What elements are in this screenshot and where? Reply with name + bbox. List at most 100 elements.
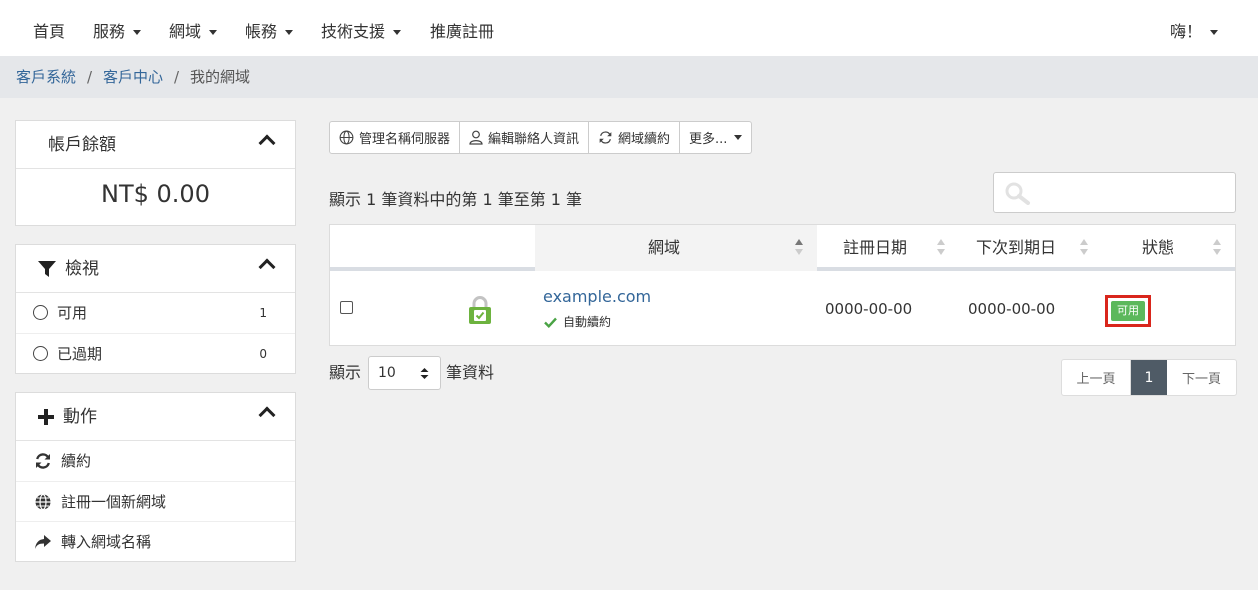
- balance-panel-header[interactable]: 帳戶餘額: [16, 121, 295, 169]
- action-label: 註冊一個新網域: [61, 493, 167, 511]
- breadcrumb-client-center[interactable]: 客戶中心: [103, 66, 163, 88]
- status-badge: 可用: [1111, 301, 1145, 321]
- caret-down-icon: [133, 30, 142, 35]
- plus-icon: [38, 409, 54, 425]
- length-suffix: 筆資料: [446, 363, 495, 382]
- filter-item-active[interactable]: 可用 1: [16, 293, 295, 333]
- globe-icon: [339, 130, 354, 145]
- table-info: 顯示 1 筆資料中的第 1 筆至第 1 筆: [329, 190, 583, 209]
- select-arrows-icon: [420, 368, 429, 379]
- sort-icon[interactable]: [937, 239, 945, 257]
- status-highlight-box: 可用: [1105, 295, 1151, 327]
- table-search-input[interactable]: [993, 172, 1236, 213]
- breadcrumb-client-area[interactable]: 客戶系統: [16, 66, 76, 88]
- manage-nameservers-label: 管理名稱伺服器: [359, 132, 451, 147]
- length-prefix: 顯示: [329, 363, 362, 382]
- balance-panel-title: 帳戶餘額: [48, 135, 116, 155]
- user-menu[interactable]: 嗨！: [1170, 20, 1219, 44]
- user-icon: [469, 130, 483, 145]
- domain-toolbar: 管理名稱伺服器 編輯聯絡人資訊 網域續約 更多...: [329, 121, 753, 154]
- actions-panel-header[interactable]: 動作: [16, 393, 295, 441]
- filter-item-label: 已過期: [57, 345, 103, 363]
- column-header-domain[interactable]: 網域: [648, 237, 680, 259]
- domain-link[interactable]: example.com: [543, 287, 651, 307]
- column-header-next-due[interactable]: 下次到期日: [976, 237, 1056, 259]
- search-icon: [1005, 182, 1030, 205]
- view-filter-panel: 檢視 可用 1 已過期 0: [15, 244, 296, 374]
- renew-domain-button[interactable]: 網域續約: [589, 122, 681, 153]
- page-length-select[interactable]: 10: [368, 356, 441, 390]
- caret-down-icon: [393, 30, 402, 35]
- share-arrow-icon: [35, 535, 51, 549]
- caret-down-icon: [1210, 30, 1219, 35]
- nav-services[interactable]: 服務: [93, 20, 142, 44]
- filter-item-label: 可用: [57, 304, 88, 322]
- balance-amount: NT$ 0.00: [101, 180, 210, 208]
- nav-support-label: 技術支援: [321, 22, 386, 41]
- nav-services-label: 服務: [93, 22, 126, 41]
- current-page-button[interactable]: 1: [1131, 360, 1167, 395]
- action-renew[interactable]: 續約: [16, 441, 295, 481]
- nav-domains-label: 網域: [169, 22, 202, 41]
- nav-domains[interactable]: 網域: [169, 20, 218, 44]
- column-header-reg-date[interactable]: 註冊日期: [843, 237, 907, 259]
- caret-down-icon: [209, 30, 218, 35]
- actions-panel-title: 動作: [63, 407, 97, 427]
- chevron-up-icon[interactable]: [258, 258, 276, 276]
- ssl-lock-icon: [469, 296, 491, 324]
- row-select-checkbox[interactable]: [340, 301, 353, 314]
- globe-icon: [35, 493, 51, 511]
- reg-date-cell: 0000-00-00: [825, 300, 913, 318]
- filter-icon: [38, 261, 56, 277]
- filter-item-count: 1: [259, 306, 267, 320]
- nav-home[interactable]: 首頁: [33, 20, 65, 44]
- breadcrumb-current: 我的網域: [190, 68, 251, 86]
- refresh-icon: [599, 131, 612, 144]
- caret-down-icon: [285, 30, 294, 35]
- breadcrumb-separator: /: [174, 68, 180, 86]
- chevron-up-icon[interactable]: [258, 406, 276, 424]
- check-icon: [544, 317, 557, 328]
- actions-panel: 動作 續約 註冊一個新網域 轉入網域名稱: [15, 392, 296, 562]
- domains-table: 網域 註冊日期 下次到期日 狀態 example.com 自動續約 0000-0…: [329, 224, 1236, 346]
- next-page-button[interactable]: 下一頁: [1167, 360, 1236, 395]
- radio-icon[interactable]: [33, 305, 48, 320]
- more-dropdown-button[interactable]: 更多...: [680, 122, 751, 153]
- action-label: 續約: [61, 452, 92, 470]
- chevron-up-icon[interactable]: [258, 134, 276, 152]
- balance-panel: 帳戶餘額 NT$ 0.00: [15, 120, 296, 226]
- nav-support[interactable]: 技術支援: [321, 20, 402, 44]
- table-header-row: 網域 註冊日期 下次到期日 狀態: [330, 225, 1235, 271]
- prev-page-button[interactable]: 上一頁: [1062, 360, 1131, 395]
- column-header-status[interactable]: 狀態: [1142, 237, 1174, 259]
- action-register-domain[interactable]: 註冊一個新網域: [16, 481, 295, 521]
- caret-down-icon: [734, 135, 743, 140]
- refresh-icon: [36, 453, 50, 469]
- view-panel-title: 檢視: [65, 259, 99, 279]
- pagination: 上一頁 1 下一頁: [1061, 359, 1237, 396]
- top-navbar: 首頁 服務 網域 帳務 技術支援 推廣註冊 嗨！: [0, 0, 1258, 56]
- filter-item-expired[interactable]: 已過期 0: [16, 333, 295, 373]
- user-greeting: 嗨！: [1170, 22, 1203, 41]
- action-label: 轉入網域名稱: [61, 533, 152, 551]
- page-length-value: 10: [378, 365, 396, 381]
- edit-contacts-label: 編輯聯絡人資訊: [488, 132, 580, 147]
- breadcrumb: 客戶系統 / 客戶中心 / 我的網域: [0, 56, 1258, 98]
- sort-icon[interactable]: [795, 239, 803, 257]
- more-label: 更多...: [689, 132, 728, 147]
- action-transfer-domain[interactable]: 轉入網域名稱: [16, 521, 295, 561]
- filter-item-count: 0: [259, 347, 267, 361]
- nav-billing-label: 帳務: [245, 22, 278, 41]
- radio-icon[interactable]: [33, 346, 48, 361]
- next-due-cell: 0000-00-00: [968, 300, 1056, 318]
- auto-renew-label: 自動續約: [563, 315, 612, 329]
- nav-billing[interactable]: 帳務: [245, 20, 294, 44]
- nav-affiliates[interactable]: 推廣註冊: [430, 20, 494, 44]
- edit-contacts-button[interactable]: 編輯聯絡人資訊: [460, 122, 590, 153]
- view-panel-header[interactable]: 檢視: [16, 245, 295, 293]
- sort-icon[interactable]: [1080, 239, 1088, 257]
- renew-domain-label: 網域續約: [618, 132, 671, 147]
- sort-icon[interactable]: [1213, 239, 1221, 257]
- breadcrumb-separator: /: [87, 68, 93, 86]
- manage-nameservers-button[interactable]: 管理名稱伺服器: [330, 122, 461, 153]
